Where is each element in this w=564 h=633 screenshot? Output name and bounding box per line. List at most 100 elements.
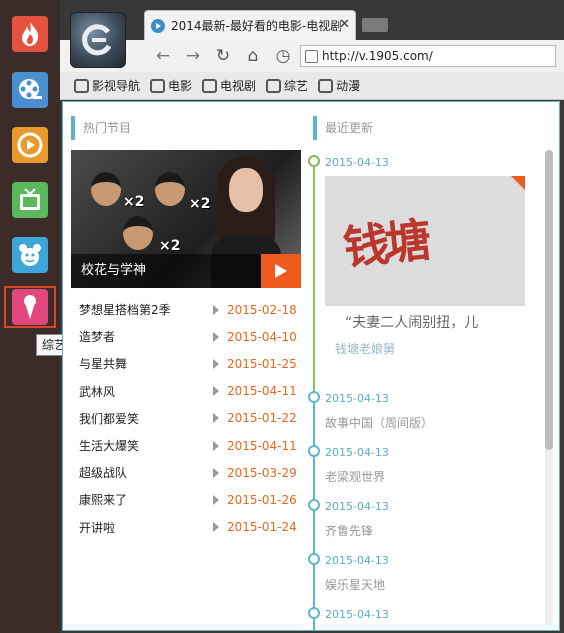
reload-icon[interactable]: ↻ — [212, 46, 234, 66]
triangle-right-icon — [213, 440, 219, 451]
timeline-title[interactable]: 老梁观世界 — [325, 468, 385, 485]
hot-item-title[interactable]: 开讲啦 — [79, 519, 115, 536]
tab-active[interactable]: 2014最新-最好看的电影-电视剧 ✕ — [144, 10, 356, 40]
browser-chrome: 2014最新-最好看的电影-电视剧 ✕ ← → ↻ ⌂ ◷ http://v.1… — [60, 0, 564, 100]
forward-icon[interactable]: → — [182, 46, 204, 66]
timeline-dot — [308, 553, 320, 565]
address-text[interactable]: http://v.1905.com/ — [322, 49, 433, 63]
site-favicon-icon — [151, 18, 165, 33]
timeline-date: 2015-04-13 — [325, 500, 389, 513]
new-tab-button[interactable] — [362, 18, 388, 32]
times-label: ×2 — [189, 196, 211, 212]
triangle-right-icon — [213, 522, 219, 533]
navigation-bar: ← → ↻ ⌂ ◷ http://v.1905.com/ — [60, 40, 564, 72]
bookmark-label: 电影 — [168, 79, 193, 93]
page-content: 热门节目 最近更新 ×2 ×2 ×2 校花与学神 梦想星搭档第2季 2015-02… — [62, 101, 560, 631]
home-icon[interactable]: ⌂ — [242, 46, 264, 66]
hot-item-date: 2015-04-11 — [227, 384, 297, 399]
face-image — [155, 172, 185, 206]
featured-subtitle[interactable]: 钱塘老娘舅 — [335, 340, 395, 357]
triangle-right-icon — [213, 386, 219, 397]
triangle-right-icon — [213, 413, 219, 424]
film-reel-app-icon[interactable] — [12, 72, 48, 108]
hot-item-title[interactable]: 超级战队 — [79, 464, 127, 481]
timeline-dot — [308, 391, 320, 403]
timeline-date: 2015-04-13 — [325, 608, 389, 621]
hot-item-date: 2015-01-24 — [227, 520, 297, 535]
tab-close-icon[interactable]: ✕ — [339, 17, 350, 32]
bookmark-label: 综艺 — [284, 79, 309, 93]
timeline-date: 2015-04-13 — [325, 554, 389, 567]
bookmark-nav[interactable]: 影视导航 — [74, 77, 140, 94]
timeline-dot — [308, 445, 320, 457]
cartoon-app-icon[interactable] — [12, 237, 48, 273]
hot-list: 梦想星搭档第2季 2015-02-18 造梦者 2015-04-10 与星共舞 2015-… — [79, 296, 299, 541]
film-icon — [150, 78, 166, 93]
fire-app-icon[interactable] — [12, 16, 48, 52]
back-icon[interactable]: ← — [152, 46, 174, 66]
recent-section-heading: 最近更新 — [313, 116, 373, 140]
hot-item-date: 2015-01-25 — [227, 356, 297, 371]
recent-featured-image[interactable]: 钱塘 — [325, 176, 525, 306]
timeline-dot — [308, 499, 320, 511]
hot-item-title[interactable]: 造梦者 — [79, 328, 115, 345]
timeline-date: 2015-04-13 — [325, 156, 389, 169]
hot-list-item[interactable]: 生活大爆笑 2015-04-11 — [79, 432, 299, 459]
bookmark-label: 电视剧 — [220, 79, 257, 93]
page-icon — [305, 49, 318, 63]
timeline-dot — [308, 607, 320, 619]
hot-list-item[interactable]: 造梦者 2015-04-10 — [79, 323, 299, 350]
hot-list-item[interactable]: 我们都爱笑 2015-01-22 — [79, 405, 299, 432]
hot-featured-caption: 校花与学神 — [81, 263, 147, 278]
hot-item-title[interactable]: 武林风 — [79, 383, 115, 400]
cartoon-icon — [318, 78, 334, 93]
bookmark-label: 影视导航 — [92, 79, 141, 93]
tab-title: 2014最新-最好看的电影-电视剧 — [171, 19, 341, 33]
face-image — [91, 172, 121, 206]
hot-list-item[interactable]: 开讲啦 2015-01-24 — [79, 514, 299, 541]
hot-list-item[interactable]: 武林风 2015-04-11 — [79, 378, 299, 405]
hot-list-item[interactable]: 超级战队 2015-03-29 — [79, 459, 299, 486]
hot-item-date: 2015-04-10 — [227, 329, 297, 344]
hot-list-item[interactable]: 与星共舞 2015-01-25 — [79, 350, 299, 377]
hot-list-item[interactable]: 梦想星搭档第2季 2015-02-18 — [79, 296, 299, 323]
timeline-title[interactable]: 娱乐星天地 — [325, 576, 385, 593]
bookmark-anime[interactable]: 动漫 — [318, 77, 360, 94]
featured-image-calligraphy: 钱塘 — [340, 212, 430, 276]
folder-icon — [74, 78, 89, 93]
variety-app-icon[interactable] — [12, 289, 48, 325]
bookmark-variety[interactable]: 综艺 — [266, 77, 308, 94]
hot-list-item[interactable]: 康熙来了 2015-01-26 — [79, 486, 299, 513]
bookmarks-bar: 影视导航 电影 电视剧 综艺 动漫 — [60, 72, 564, 100]
hot-item-title[interactable]: 我们都爱笑 — [79, 410, 139, 427]
timeline-date: 2015-04-13 — [325, 446, 389, 459]
play-icon — [266, 78, 282, 93]
corner-badge — [511, 176, 525, 190]
hot-section-heading: 热门节目 — [71, 116, 131, 140]
hot-item-title[interactable]: 生活大爆笑 — [79, 437, 139, 454]
app-logo-icon[interactable] — [70, 12, 126, 68]
bookmark-tv[interactable]: 电视剧 — [202, 77, 256, 94]
history-icon[interactable]: ◷ — [272, 46, 294, 66]
featured-quote[interactable]: “夫妻二人闹别扭，儿 — [345, 312, 478, 332]
tv-icon — [202, 78, 218, 93]
hot-item-date: 2015-01-26 — [227, 492, 297, 507]
triangle-right-icon — [213, 358, 219, 369]
bookmark-movie[interactable]: 电影 — [150, 77, 192, 94]
triangle-right-icon — [213, 467, 219, 478]
tab-strip: 2014最新-最好看的电影-电视剧 ✕ — [60, 0, 564, 40]
play-app-icon[interactable] — [12, 127, 48, 163]
hot-item-title[interactable]: 与星共舞 — [79, 355, 127, 372]
play-button[interactable] — [261, 254, 301, 288]
hot-item-date: 2015-02-18 — [227, 302, 297, 317]
hot-item-title[interactable]: 梦想星搭档第2季 — [79, 301, 171, 318]
scrollbar[interactable] — [545, 150, 553, 626]
timeline-title[interactable]: 齐鲁先锋 — [325, 522, 373, 539]
hot-featured-image[interactable]: ×2 ×2 ×2 校花与学神 — [71, 150, 301, 288]
tv-app-icon[interactable] — [12, 182, 48, 218]
hot-item-date: 2015-03-29 — [227, 465, 297, 480]
address-bar[interactable]: http://v.1905.com/ — [300, 45, 556, 67]
hot-item-title[interactable]: 康熙来了 — [79, 491, 127, 508]
timeline-title[interactable]: 故事中国（周间版） — [325, 414, 433, 431]
scrollbar-thumb[interactable] — [545, 150, 553, 450]
